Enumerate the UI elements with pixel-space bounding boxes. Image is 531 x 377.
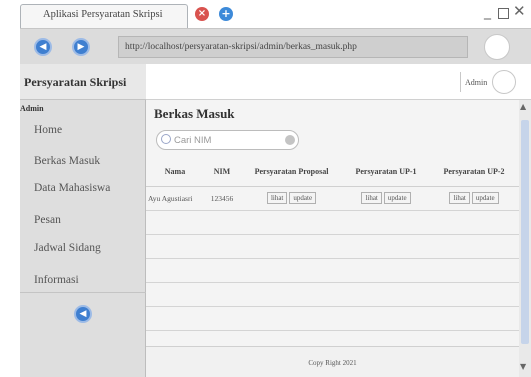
cell-proposal: lihat update xyxy=(240,186,343,211)
table-row-empty xyxy=(146,258,519,283)
minimize-window-button[interactable]: _ xyxy=(484,4,491,20)
back-button[interactable]: ◀ xyxy=(34,38,52,56)
clear-search-icon[interactable] xyxy=(285,135,295,145)
reload-button[interactable] xyxy=(484,34,510,60)
column-header-nama: Nama xyxy=(146,158,204,187)
page-title: Berkas Masuk xyxy=(154,106,235,121)
main-panel: Admin Berkas Masuk Cari NIM Nama NIM Per… xyxy=(146,64,531,377)
cell-up1: lihat update xyxy=(343,186,429,211)
sidebar-item-jadwal-sidang[interactable]: Jadwal Sidang xyxy=(34,242,101,254)
address-bar[interactable]: http://localhost/persyaratan-skripsi/adm… xyxy=(118,36,468,58)
close-window-button[interactable]: ✕ xyxy=(513,2,526,20)
sidebar-item-berkas-masuk[interactable]: Berkas Masuk xyxy=(34,155,100,167)
sidebar: Persyaratan Skripsi Admin Home Berkas Ma… xyxy=(20,64,146,377)
update-up2-button[interactable]: update xyxy=(471,192,499,204)
update-proposal-button[interactable]: update xyxy=(289,192,317,204)
sidebar-item-home[interactable]: Home xyxy=(34,124,62,136)
maximize-window-button[interactable] xyxy=(498,8,509,19)
sidebar-item-informasi[interactable]: Informasi xyxy=(34,274,79,286)
view-up2-button[interactable]: lihat xyxy=(449,192,470,204)
cell-nim: 123456 xyxy=(204,186,240,211)
vertical-scrollbar[interactable]: ▲ ▼ xyxy=(519,100,531,377)
browser-titlebar: Aplikasi Persyaratan Skripsi × + _ ✕ xyxy=(0,0,531,28)
page-footer: Copy Right 2021 xyxy=(146,346,519,377)
forward-button[interactable]: ▶ xyxy=(72,38,90,56)
search-placeholder: Cari NIM xyxy=(174,135,212,146)
table-row-empty xyxy=(146,210,519,235)
sidebar-item-pesan[interactable]: Pesan xyxy=(34,214,61,226)
avatar[interactable] xyxy=(492,70,516,94)
browser-navbar: ◀ ▶ http://localhost/persyaratan-skripsi… xyxy=(20,28,531,64)
close-tab-icon[interactable]: × xyxy=(195,7,209,21)
table-row-empty xyxy=(146,282,519,307)
sidebar-title: Persyaratan Skripsi xyxy=(20,64,146,100)
topbar-divider xyxy=(460,72,461,92)
column-header-up1: Persyaratan UP-1 xyxy=(343,158,429,187)
view-proposal-button[interactable]: lihat xyxy=(266,192,288,204)
berkas-table: Nama NIM Persyaratan Proposal Persyarata… xyxy=(146,158,519,377)
sidebar-role-label: Admin xyxy=(20,104,44,113)
cell-nama: Ayu Agustiasri xyxy=(146,186,204,211)
table-row-empty xyxy=(146,306,519,331)
column-header-proposal: Persyaratan Proposal xyxy=(240,158,343,187)
scroll-thumb[interactable] xyxy=(521,120,529,344)
address-bar-url: http://localhost/persyaratan-skripsi/adm… xyxy=(125,42,357,52)
table-row-empty xyxy=(146,234,519,259)
scroll-down-icon[interactable]: ▼ xyxy=(520,362,526,371)
sidebar-item-data-mahasiswa[interactable]: Data Mahasiswa xyxy=(34,182,110,194)
new-tab-icon[interactable]: + xyxy=(219,7,233,21)
scroll-up-icon[interactable]: ▲ xyxy=(520,102,526,111)
column-header-up2: Persyaratan UP-2 xyxy=(429,158,519,187)
user-label: Admin xyxy=(465,78,488,87)
cell-up2: lihat update xyxy=(429,186,519,211)
table-header-row: Nama NIM Persyaratan Proposal Persyarata… xyxy=(146,158,519,187)
browser-tab[interactable]: Aplikasi Persyaratan Skripsi xyxy=(20,4,188,28)
tab-title: Aplikasi Persyaratan Skripsi xyxy=(43,9,163,20)
main-topbar: Admin xyxy=(146,64,531,100)
search-input[interactable]: Cari NIM xyxy=(156,130,299,150)
content-area: Berkas Masuk Cari NIM Nama NIM Persyarat… xyxy=(146,100,519,377)
sidebar-footer: ◀ xyxy=(20,292,146,377)
collapse-sidebar-icon[interactable]: ◀ xyxy=(74,305,92,323)
search-icon xyxy=(161,134,171,144)
column-header-nim: NIM xyxy=(204,158,240,187)
view-up1-button[interactable]: lihat xyxy=(361,192,382,204)
update-up1-button[interactable]: update xyxy=(383,192,411,204)
table-row: Ayu Agustiasri 123456 lihat update lihat u… xyxy=(146,186,519,211)
